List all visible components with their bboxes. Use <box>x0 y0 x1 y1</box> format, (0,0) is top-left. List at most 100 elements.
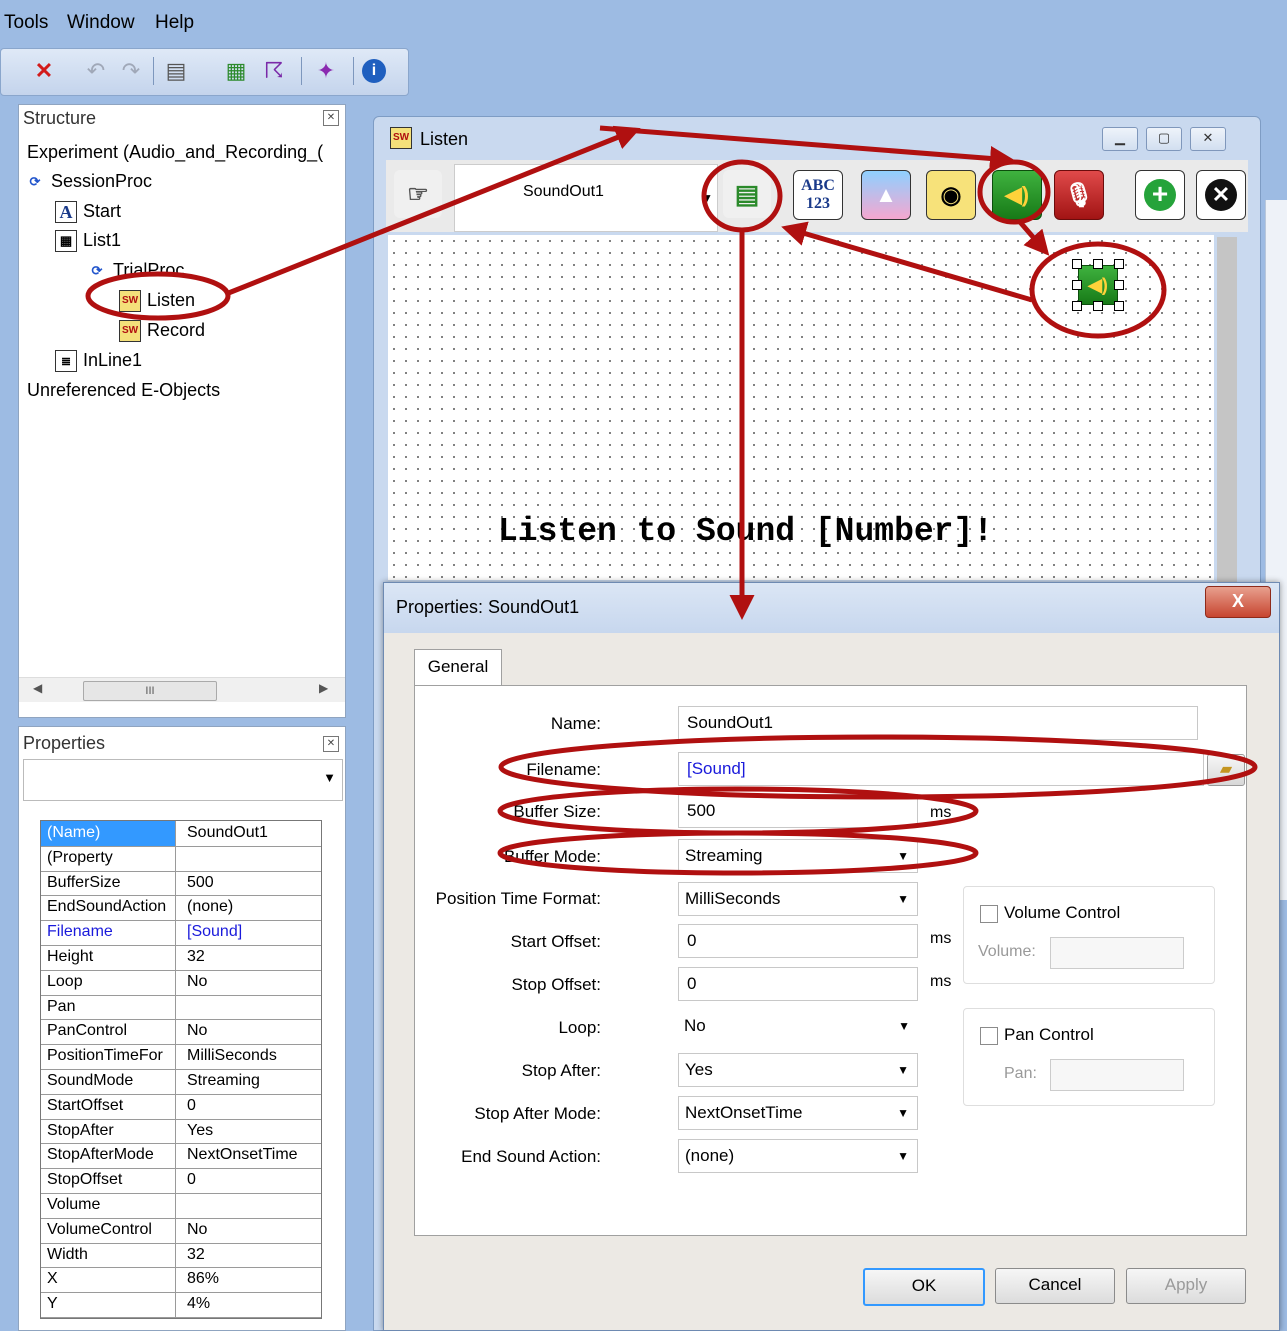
filename-field[interactable]: [Sound] <box>678 752 1204 786</box>
buffer-mode-select[interactable]: Streaming ▼ <box>678 839 918 873</box>
maximize-button[interactable]: ▢ <box>1146 127 1182 151</box>
remove-icon[interactable]: ✕ <box>1196 170 1246 220</box>
property-value[interactable]: NextOnsetTime <box>182 1143 326 1167</box>
property-row[interactable]: StopAfter Yes <box>41 1118 321 1145</box>
property-row[interactable]: Y 4% <box>41 1292 321 1318</box>
buffer-size-field[interactable]: 500 <box>678 794 918 828</box>
volume-control-checkbox[interactable]: Volume Control <box>980 903 1120 923</box>
tree-inline1[interactable]: ≣ InLine1 <box>55 346 142 374</box>
list-icon[interactable]: ▦ <box>221 55 251 87</box>
dialog-close-button[interactable]: X <box>1205 586 1271 618</box>
end-sound-action-select[interactable]: (none) ▼ <box>678 1139 918 1173</box>
close-icon[interactable]: ✕ <box>323 110 339 126</box>
property-value[interactable]: (none) <box>182 895 326 919</box>
scroll-left-icon[interactable]: ◀ <box>33 681 42 695</box>
movie-tool-icon[interactable]: ◉ <box>926 170 976 220</box>
slide-canvas[interactable]: Listen to Sound [Number]! ◀) <box>388 235 1214 580</box>
tree-unreferenced[interactable]: Unreferenced E-Objects <box>27 376 220 404</box>
property-value[interactable]: 86% <box>182 1267 326 1291</box>
minimize-button[interactable]: ▁ <box>1102 127 1138 151</box>
property-row[interactable]: Pan <box>41 994 321 1021</box>
horizontal-scrollbar[interactable]: ◀ III ▶ <box>19 677 345 702</box>
sound-out-object[interactable]: ◀) <box>1072 259 1124 311</box>
text-tool-icon[interactable]: ABC 123 <box>793 170 843 220</box>
canvas-text[interactable]: Listen to Sound [Number]! <box>498 513 993 550</box>
property-value[interactable]: No <box>182 1019 326 1043</box>
property-value[interactable]: 0 <box>182 1094 326 1118</box>
close-window-button[interactable]: ✕ <box>1190 127 1226 151</box>
resize-handle[interactable] <box>1093 301 1103 311</box>
property-row[interactable]: Width 32 <box>41 1242 321 1269</box>
stop-after-mode-select[interactable]: NextOnsetTime ▼ <box>678 1096 918 1130</box>
image-tool-icon[interactable]: ▲ <box>861 170 911 220</box>
property-value[interactable]: 32 <box>182 945 326 969</box>
resize-handle[interactable] <box>1072 301 1082 311</box>
property-row[interactable]: EndSoundAction (none) <box>41 895 321 922</box>
resize-handle[interactable] <box>1114 280 1124 290</box>
sub-object-properties-icon[interactable]: ▤ <box>723 170 771 218</box>
start-offset-field[interactable]: 0 <box>678 924 918 958</box>
property-row[interactable]: StartOffset 0 <box>41 1093 321 1120</box>
resize-handle[interactable] <box>1114 301 1124 311</box>
object-properties-icon[interactable]: ☞ <box>394 170 442 218</box>
menu-window[interactable]: Window <box>67 12 135 34</box>
stop-offset-field[interactable]: 0 <box>678 967 918 1001</box>
property-value[interactable]: SoundOut1 <box>182 821 326 845</box>
position-time-format-select[interactable]: MilliSeconds ▼ <box>678 882 918 916</box>
scroll-thumb[interactable]: III <box>83 681 217 701</box>
property-row[interactable]: SoundMode Streaming <box>41 1069 321 1095</box>
property-value[interactable]: 500 <box>182 871 326 895</box>
property-row[interactable]: Volume <box>41 1193 321 1219</box>
cancel-button[interactable]: Cancel <box>995 1268 1115 1304</box>
property-row[interactable]: PanControl No <box>41 1019 321 1046</box>
name-field[interactable]: SoundOut1 <box>678 706 1198 740</box>
property-value[interactable]: 32 <box>182 1243 326 1267</box>
redo-icon[interactable]: ↷ <box>116 55 146 87</box>
loop-select[interactable]: No ▼ <box>678 1010 918 1044</box>
ok-button[interactable]: OK <box>863 1268 985 1306</box>
property-value[interactable]: Yes <box>182 1119 326 1143</box>
stop-after-select[interactable]: Yes ▼ <box>678 1053 918 1087</box>
sound-in-tool-icon[interactable]: 🎙 <box>1054 170 1104 220</box>
info-icon[interactable]: i <box>359 55 389 87</box>
scroll-right-icon[interactable]: ▶ <box>319 681 328 695</box>
object-combo[interactable]: SoundOut1 ▼ <box>454 164 718 232</box>
tab-general[interactable]: General <box>414 649 502 686</box>
volume-field[interactable] <box>1050 937 1184 969</box>
browse-folder-icon[interactable]: ▰ <box>1207 754 1245 786</box>
property-row[interactable]: StopAfterMode NextOnsetTime <box>41 1143 321 1170</box>
tree-record[interactable]: SW Record <box>119 316 205 344</box>
resize-handle[interactable] <box>1093 259 1103 269</box>
pan-control-checkbox[interactable]: Pan Control <box>980 1025 1094 1045</box>
menu-help[interactable]: Help <box>155 12 194 34</box>
property-value[interactable]: No <box>182 1218 326 1242</box>
close-icon[interactable]: ✕ <box>323 736 339 752</box>
tree-list1[interactable]: ▦ List1 <box>55 226 121 254</box>
property-row[interactable]: Filename [Sound] <box>41 920 321 946</box>
pan-field[interactable] <box>1050 1059 1184 1091</box>
delete-icon[interactable]: ✕ <box>29 55 59 87</box>
tree-listen[interactable]: SW Listen <box>119 286 195 314</box>
tree-trialproc[interactable]: ⟳ TrialProc <box>87 256 185 284</box>
property-value[interactable]: 4% <box>182 1292 326 1316</box>
property-row[interactable]: (Property <box>41 845 321 872</box>
property-row[interactable]: (Name) SoundOut1 <box>41 821 321 847</box>
property-row[interactable]: BufferSize 500 <box>41 870 321 897</box>
sound-out-tool-icon[interactable]: ◀) <box>992 170 1042 220</box>
add-icon[interactable]: + <box>1135 170 1185 220</box>
object-dropdown[interactable]: ▼ <box>23 759 343 801</box>
property-row[interactable]: Loop No <box>41 969 321 996</box>
property-row[interactable]: Height 32 <box>41 945 321 971</box>
debug-run-icon[interactable]: ✦ <box>311 55 341 87</box>
menu-tools[interactable]: Tools <box>4 12 48 34</box>
tree-experiment[interactable]: Experiment (Audio_and_Recording_( <box>27 138 323 166</box>
property-value[interactable]: No <box>182 970 326 994</box>
property-value[interactable]: MilliSeconds <box>182 1044 326 1068</box>
resize-handle[interactable] <box>1114 259 1124 269</box>
undo-icon[interactable]: ↶ <box>81 55 111 87</box>
property-row[interactable]: X 86% <box>41 1267 321 1294</box>
property-value[interactable]: 0 <box>182 1168 326 1192</box>
property-value[interactable]: Streaming <box>182 1069 326 1093</box>
tree-sessionproc[interactable]: ⟳ SessionProc <box>25 167 153 195</box>
property-row[interactable]: VolumeControl No <box>41 1217 321 1244</box>
